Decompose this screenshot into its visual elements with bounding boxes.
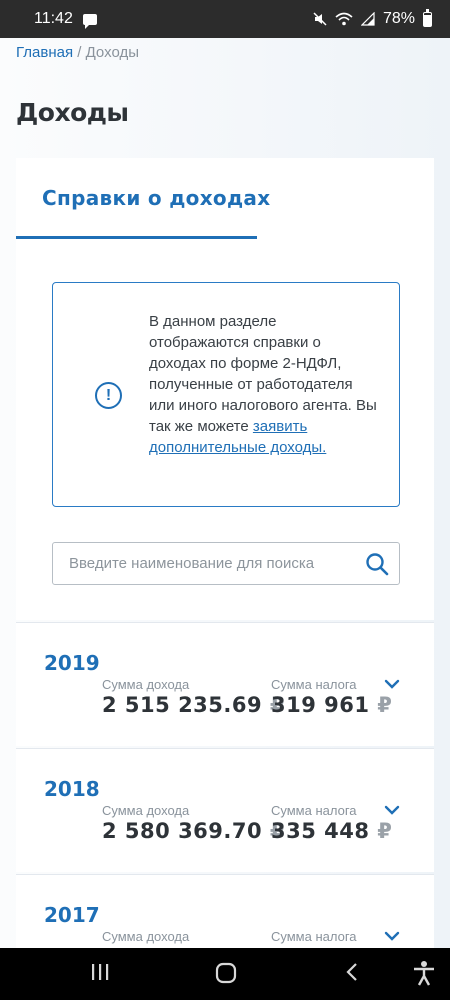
breadcrumb-current: Доходы <box>85 44 139 61</box>
recents-icon[interactable] <box>90 962 110 982</box>
accessibility-icon[interactable] <box>412 960 436 986</box>
income-label: Сумма дохода <box>102 677 190 692</box>
battery-percent: 78% <box>382 10 415 27</box>
wifi-icon <box>335 12 353 26</box>
back-icon[interactable] <box>344 962 360 982</box>
page: Главная / Доходы Доходы Справки о дохода… <box>0 38 450 948</box>
year-row-2019[interactable]: 2019 Сумма дохода Сумма налога 2 515 235… <box>16 622 434 746</box>
mute-icon <box>313 12 327 26</box>
year-label: 2018 <box>44 777 100 801</box>
active-tab-indicator <box>16 236 257 239</box>
ruble-icon: ₽ <box>377 819 393 843</box>
year-label: 2019 <box>44 651 100 675</box>
chevron-down-icon[interactable] <box>384 930 400 942</box>
income-value: 2 515 235.69 ₽ <box>102 693 286 717</box>
income-label: Сумма дохода <box>102 803 190 818</box>
breadcrumb-separator: / <box>77 44 82 61</box>
breadcrumb: Главная / Доходы <box>16 44 139 61</box>
info-text: В данном разделе отображаются справки о … <box>149 311 379 458</box>
info-box: ! В данном разделе отображаются справки … <box>52 282 400 507</box>
page-title: Доходы <box>16 98 129 127</box>
income-value: 2 580 369.70 ₽ <box>102 819 286 843</box>
chevron-down-icon[interactable] <box>384 678 400 690</box>
search-input[interactable] <box>53 543 353 584</box>
search-icon[interactable] <box>365 552 389 576</box>
year-row-2018[interactable]: 2018 Сумма дохода Сумма налога 2 580 369… <box>16 748 434 872</box>
year-label: 2017 <box>44 903 100 927</box>
year-row-2017[interactable]: 2017 Сумма дохода Сумма налога <box>16 874 434 948</box>
tab-income-statements[interactable]: Справки о доходах <box>42 186 270 210</box>
tax-label: Сумма налога <box>271 803 357 818</box>
status-time: 11:42 <box>34 10 73 27</box>
tax-value: 319 961 ₽ <box>271 693 393 717</box>
tax-value: 335 448 ₽ <box>271 819 393 843</box>
signal-icon <box>360 12 375 26</box>
navigation-bar <box>0 948 450 1000</box>
tax-label: Сумма налога <box>271 929 357 944</box>
chevron-down-icon[interactable] <box>384 804 400 816</box>
search-box <box>52 542 400 585</box>
battery-icon <box>423 8 432 27</box>
message-icon <box>82 13 97 29</box>
ruble-icon: ₽ <box>377 693 393 717</box>
home-icon[interactable] <box>215 962 237 984</box>
income-card: Справки о доходах ! В данном разделе ото… <box>16 158 434 620</box>
info-description: В данном разделе отображаются справки о … <box>149 313 377 435</box>
exclamation-circle-icon: ! <box>95 382 122 409</box>
income-label: Сумма дохода <box>102 929 190 944</box>
breadcrumb-home-link[interactable]: Главная <box>16 44 73 61</box>
status-bar: 11:42 78% <box>0 0 450 38</box>
tax-label: Сумма налога <box>271 677 357 692</box>
